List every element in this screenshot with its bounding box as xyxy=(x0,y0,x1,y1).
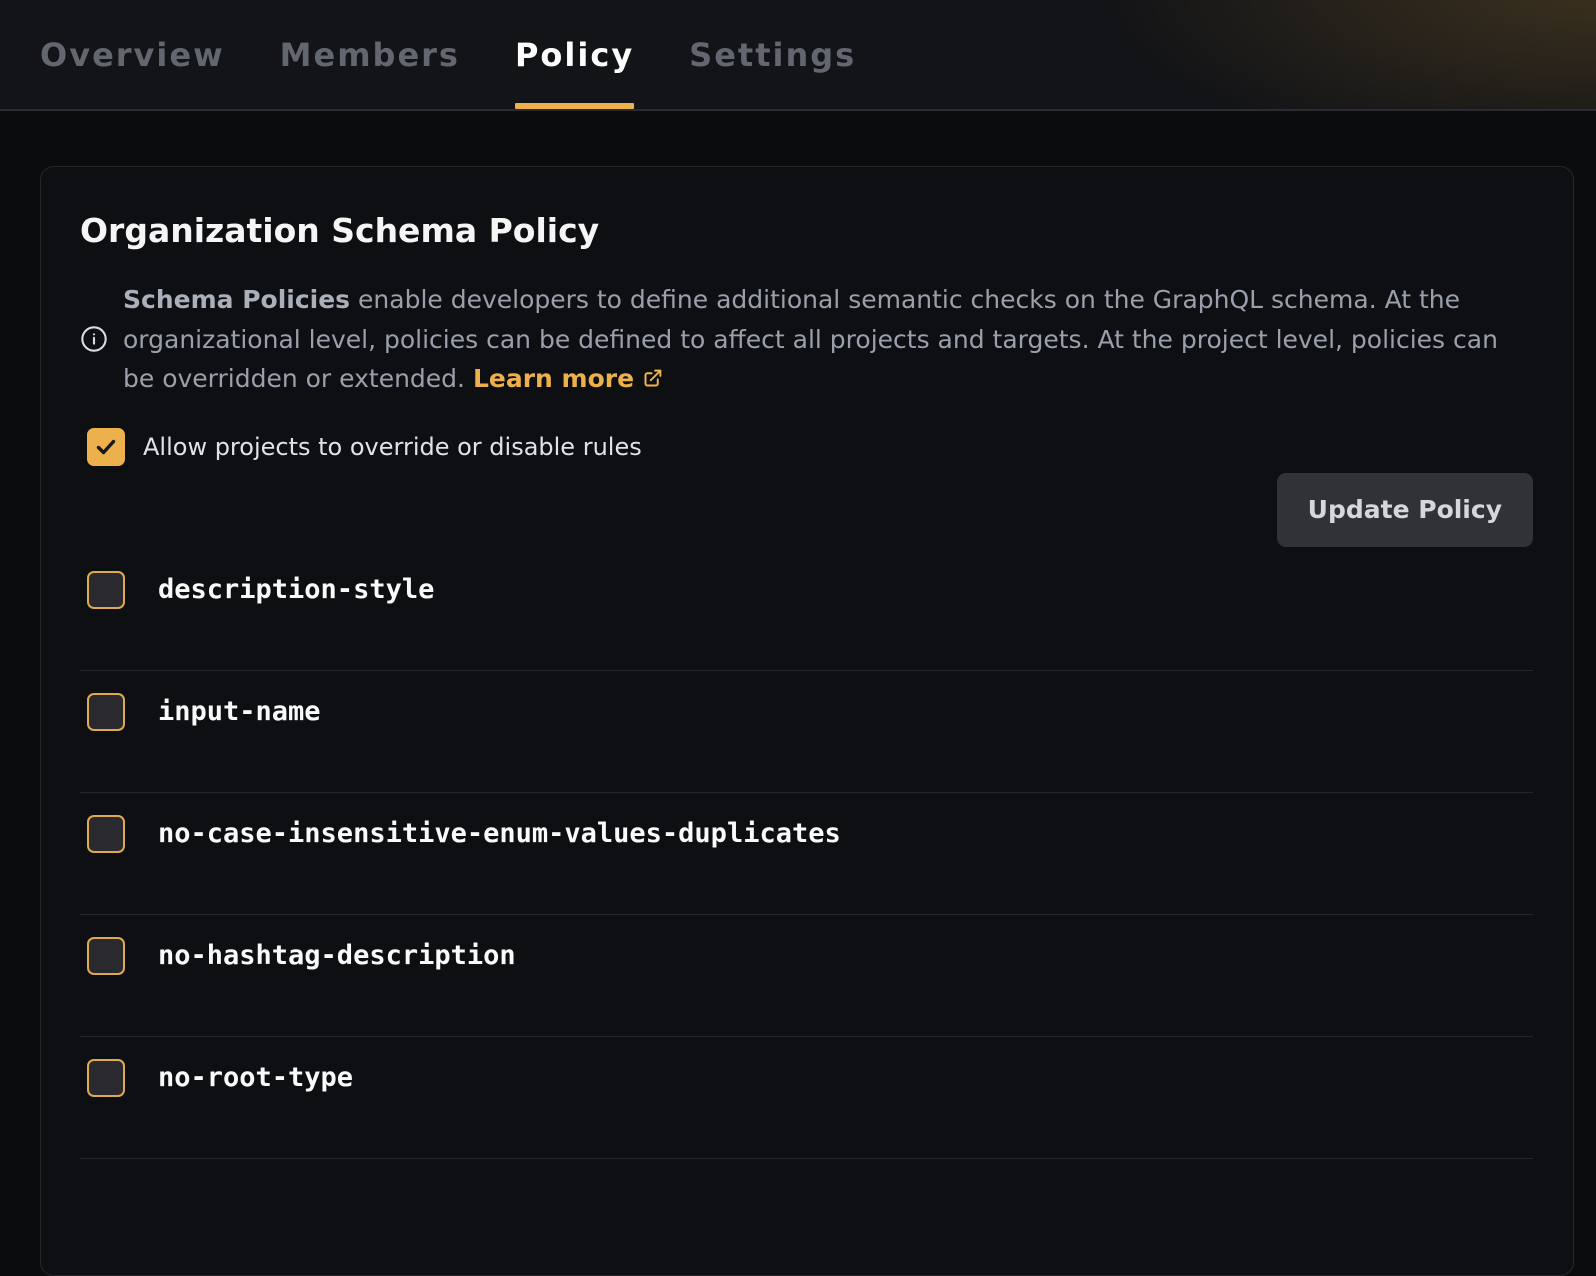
tab-members[interactable]: Members xyxy=(280,0,460,109)
rule-row: description-style xyxy=(80,549,1533,671)
rule-row: input-name xyxy=(80,671,1533,793)
policy-description-lead: Schema Policies xyxy=(123,285,350,314)
update-policy-row: Update Policy xyxy=(80,473,1533,547)
update-policy-button[interactable]: Update Policy xyxy=(1277,473,1533,547)
rule-name: no-case-insensitive-enum-values-duplicat… xyxy=(158,818,841,849)
rule-name: description-style xyxy=(158,574,434,605)
learn-more-link[interactable]: Learn more xyxy=(473,364,663,393)
rule-row: no-case-insensitive-enum-values-duplicat… xyxy=(80,793,1533,915)
rule-row: no-hashtag-description xyxy=(80,915,1533,1037)
tab-overview[interactable]: Overview xyxy=(40,0,225,109)
rule-checkbox[interactable] xyxy=(87,693,125,731)
rule-name: input-name xyxy=(158,696,321,727)
tab-bar: Overview Members Policy Settings xyxy=(0,0,1596,111)
rule-row: no-root-type xyxy=(80,1037,1533,1159)
tab-settings[interactable]: Settings xyxy=(689,0,856,109)
rule-name: no-root-type xyxy=(158,1062,353,1093)
policy-description: Schema Policies enable developers to def… xyxy=(123,280,1528,399)
rules-list: description-style input-name no-case-insen… xyxy=(80,549,1533,1159)
info-icon xyxy=(80,325,108,353)
check-icon xyxy=(94,435,118,459)
tab-policy[interactable]: Policy xyxy=(515,0,634,109)
rule-checkbox[interactable] xyxy=(87,1059,125,1097)
rule-checkbox[interactable] xyxy=(87,937,125,975)
allow-override-checkbox[interactable] xyxy=(87,428,125,466)
page-title: Organization Schema Policy xyxy=(80,211,1533,251)
rule-checkbox[interactable] xyxy=(87,815,125,853)
allow-override-row: Allow projects to override or disable ru… xyxy=(80,428,1533,466)
external-link-icon xyxy=(642,368,663,389)
rule-checkbox[interactable] xyxy=(87,571,125,609)
allow-override-label: Allow projects to override or disable ru… xyxy=(143,433,642,461)
schema-policy-card: Organization Schema Policy Schema Polici… xyxy=(40,166,1574,1276)
policy-description-row: Schema Policies enable developers to def… xyxy=(80,280,1528,399)
rule-name: no-hashtag-description xyxy=(158,940,516,971)
